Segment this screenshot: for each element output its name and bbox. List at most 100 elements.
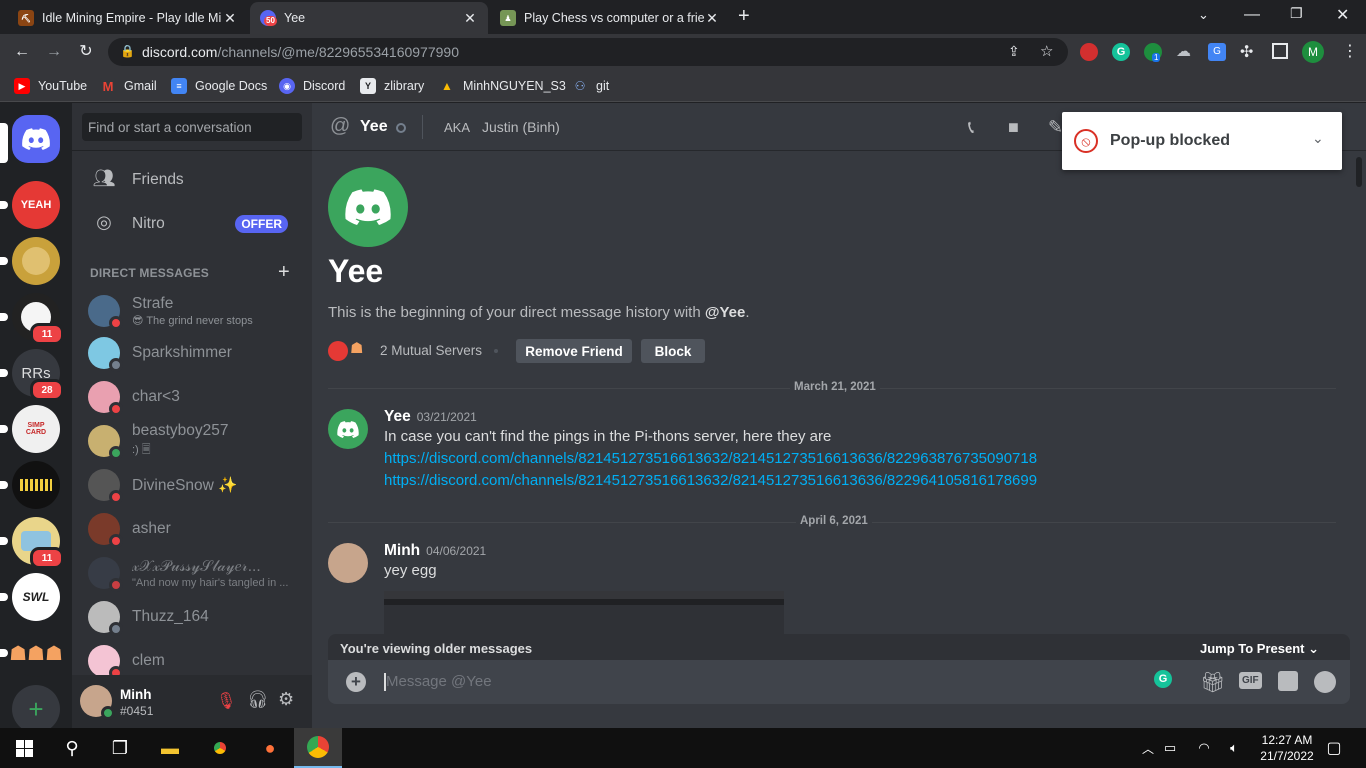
bookmark-youtube[interactable]: ▶ YouTube [14, 76, 87, 96]
search-icon[interactable]: ⚲ [48, 728, 96, 768]
mute-microphone-icon[interactable]: 🎙︎ [216, 691, 236, 711]
create-dm-plus-icon[interactable]: + [278, 261, 290, 284]
message-link[interactable]: https://discord.com/channels/82145127351… [384, 448, 1284, 470]
chrome-profile-icon[interactable] [294, 728, 342, 768]
new-tab-button[interactable]: + [738, 5, 750, 28]
close-tab-icon[interactable]: ✕ [704, 10, 720, 27]
extension-icon[interactable]: 1 [1144, 43, 1162, 62]
close-tab-icon[interactable]: ✕ [462, 10, 478, 27]
server-dark[interactable]: 11 [12, 293, 64, 345]
bookmark-label: git [596, 79, 610, 93]
extensions-puzzle-icon[interactable]: ✣ [1240, 42, 1253, 62]
bookmark-gmail[interactable]: M Gmail [100, 76, 157, 96]
restore-icon[interactable]: ❐ [1290, 5, 1303, 22]
dm-item-sparkshimmer[interactable]: Sparkshimmer [80, 331, 304, 375]
emoji-icon[interactable] [1314, 671, 1336, 693]
server-yeah[interactable]: YEAH [12, 181, 60, 229]
cloud-extension-icon[interactable]: ☁ [1176, 42, 1191, 60]
message-input[interactable]: Message @Yee [386, 673, 492, 690]
back-icon[interactable]: ← [12, 42, 32, 62]
translate-extension-icon[interactable]: G [1208, 43, 1226, 61]
notification-icon[interactable]: ▢ [1310, 728, 1358, 768]
tab-yee[interactable]: 50 Yee ✕ [250, 2, 488, 34]
tab-chess[interactable]: ♟ Play Chess vs computer or a frien ✕ [490, 2, 730, 34]
image-attachment[interactable] [384, 591, 784, 635]
home-button[interactable] [12, 115, 60, 163]
window-close-icon[interactable]: ✕ [1336, 5, 1349, 25]
grammarly-extension-icon[interactable]: G [1112, 43, 1130, 61]
bookmark-google-docs[interactable]: ≡ Google Docs [171, 76, 267, 96]
chevron-down-icon[interactable]: ⌄ [1312, 130, 1324, 147]
server-people[interactable]: ☗☗☗ [9, 629, 63, 677]
add-server-button[interactable]: + [12, 685, 60, 733]
jump-to-present-button[interactable]: Jump To Present ⌄ [1200, 641, 1319, 657]
server-label: SIMP CARD [25, 422, 47, 436]
message-author[interactable]: Yee [384, 408, 411, 425]
menu-dots-icon[interactable]: ⋮ [1342, 41, 1358, 61]
popup-blocked-notice[interactable]: ⦸ Pop-up blocked ⌄ [1062, 112, 1342, 170]
block-button[interactable]: Block [641, 339, 705, 363]
side-panel-icon[interactable] [1272, 43, 1288, 59]
file-explorer-icon[interactable]: ▬ [146, 728, 194, 768]
settings-gear-icon[interactable]: ⚙ [278, 689, 294, 710]
friends-nav[interactable]: 👥︎ Friends [80, 159, 304, 201]
server-piano[interactable] [12, 461, 60, 509]
dm-item-beastyboy257[interactable]: beastyboy257:) 🗏 [80, 419, 304, 463]
voice-call-icon[interactable]: 📞︎ [968, 117, 974, 138]
scrollbar-thumb[interactable] [1356, 157, 1362, 187]
tab-idle-mining[interactable]: ⛏ Idle Mining Empire - Play Idle Mi ✕ [8, 2, 248, 34]
chrome-icon[interactable] [196, 728, 244, 768]
gift-icon[interactable]: 🎁︎ [1200, 670, 1225, 695]
volume-icon[interactable]: 🔈︎ [1210, 728, 1258, 768]
nitro-nav[interactable]: ◎ Nitro OFFER [80, 203, 304, 245]
server-map[interactable]: 11 [12, 517, 64, 569]
reload-icon[interactable]: ↻ [76, 42, 96, 62]
bookmark-star-icon[interactable]: ☆ [1040, 42, 1053, 60]
forward-icon[interactable]: → [44, 42, 64, 62]
windows-start-icon[interactable] [0, 728, 48, 768]
gif-button[interactable]: GIF [1239, 672, 1262, 689]
firefox-icon[interactable]: ● [246, 728, 294, 768]
sticker-icon[interactable] [1278, 671, 1298, 691]
task-view-icon[interactable]: ❐ [96, 728, 144, 768]
dm-item-strafe[interactable]: Strafe 😎 The grind never stops [80, 289, 304, 333]
mutual-servers-link[interactable]: 2 Mutual Servers [380, 343, 482, 358]
server-gold-face[interactable] [12, 237, 60, 285]
adblock-extension-icon[interactable] [1080, 43, 1098, 61]
dm-item-char[interactable]: char<3 [80, 375, 304, 419]
tab-search-icon[interactable]: ⌄ [1198, 7, 1209, 23]
find-conversation-input[interactable]: Find or start a conversation [82, 113, 302, 141]
bookmark-git[interactable]: ⚇ git [572, 76, 609, 96]
bookmark-zlibrary[interactable]: Yzlibrary [360, 76, 424, 96]
minimize-icon[interactable]: — [1244, 6, 1260, 24]
message-link[interactable]: https://discord.com/channels/82145127351… [384, 470, 1284, 492]
user-avatar[interactable] [80, 685, 115, 720]
message-author[interactable]: Minh [384, 542, 420, 559]
share-icon[interactable]: ⇪ [1008, 43, 1020, 60]
dm-name: asher [132, 520, 171, 537]
server-simp-card[interactable]: SIMP CARD [12, 405, 60, 453]
remove-friend-button[interactable]: Remove Friend [516, 339, 632, 363]
server-avatar-icon [22, 247, 50, 275]
video-call-icon[interactable]: ■ [1008, 117, 1019, 138]
message-avatar[interactable] [328, 409, 368, 449]
grammarly-icon[interactable]: G [1154, 670, 1172, 688]
tab-title: Idle Mining Empire - Play Idle Mi [42, 11, 222, 25]
address-bar[interactable]: 🔒 discord.com/channels/@me/8229655341609… [108, 38, 1068, 66]
unread-indicator [0, 425, 8, 433]
server-swl[interactable]: SWL [12, 573, 60, 621]
dm-item-divinesnow[interactable]: DivineSnow ✨ [80, 463, 304, 507]
profile-avatar[interactable]: M [1302, 41, 1324, 63]
server-rrs[interactable]: RRs 28 [12, 349, 64, 401]
pin-icon[interactable]: ✎ [1048, 117, 1063, 138]
message-avatar[interactable] [328, 543, 368, 583]
dm-item-thuzz[interactable]: Thuzz_164 [80, 595, 304, 639]
mutual-server-icon [328, 341, 348, 361]
close-tab-icon[interactable]: ✕ [222, 10, 238, 27]
bookmark-discord[interactable]: ◉ Discord [279, 76, 345, 96]
bookmark-drive[interactable]: ▲ MinhNGUYEN_S3 [439, 76, 566, 96]
dm-item-xxx[interactable]: 𝓍𝒳𝓍𝒫𝓊𝓈𝓈𝓎𝒮𝓁𝒶𝓎𝑒𝓇... "And now my hair's tang… [80, 551, 304, 595]
headphones-icon[interactable]: 🎧︎ [247, 690, 269, 710]
dm-item-asher[interactable]: asher [80, 507, 304, 551]
upload-plus-icon[interactable]: + [346, 672, 366, 692]
